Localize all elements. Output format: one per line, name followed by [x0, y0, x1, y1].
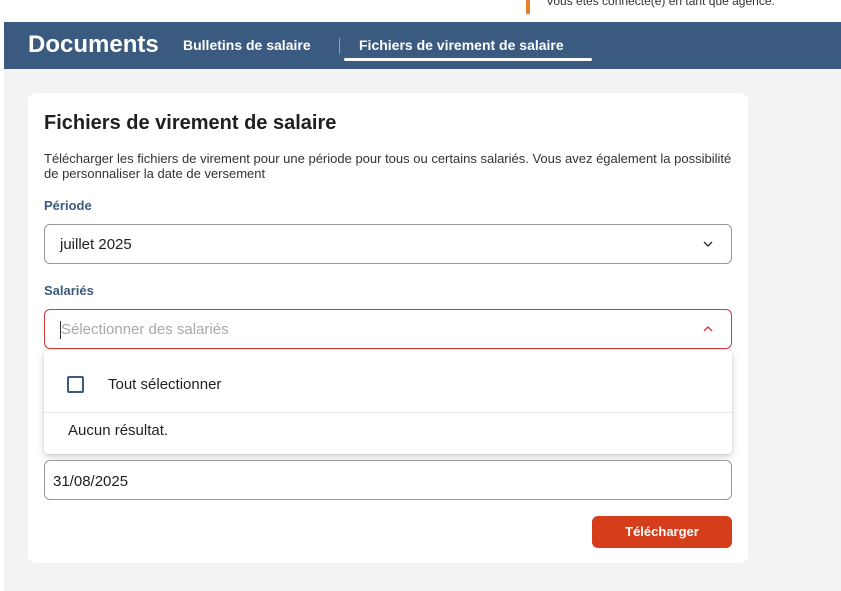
periode-label: Période — [44, 198, 92, 213]
no-result-message: Aucun résultat. — [68, 422, 169, 439]
select-all-label[interactable]: Tout sélectionner — [108, 376, 221, 393]
salaries-multiselect[interactable]: Sélectionner des salariés — [44, 309, 732, 349]
connection-notice: Vous êtes connecté(e) en tant que agence… — [546, 0, 775, 8]
tab-fichiers-virement[interactable]: Fichiers de virement de salaire — [359, 37, 564, 53]
top-notice-bar: Vous êtes connecté(e) en tant que agence… — [0, 0, 841, 22]
download-button[interactable]: Télécharger — [592, 516, 732, 548]
tab-separator — [339, 38, 340, 54]
active-tab-indicator — [344, 58, 592, 61]
page-title: Documents — [28, 31, 159, 58]
chevron-up-icon[interactable] — [703, 324, 713, 334]
select-all-option[interactable]: Tout sélectionner — [44, 350, 732, 413]
salaries-placeholder: Sélectionner des salariés — [61, 321, 229, 338]
notice-accent-bar — [526, 0, 530, 14]
date-versement-value: 31/08/2025 — [53, 473, 129, 490]
card-title: Fichiers de virement de salaire — [44, 112, 337, 134]
chevron-down-icon — [703, 241, 713, 247]
salaries-dropdown: Tout sélectionner Aucun résultat. — [44, 350, 732, 454]
tab-bulletins[interactable]: Bulletins de salaire — [183, 37, 311, 53]
select-all-checkbox[interactable] — [67, 376, 84, 393]
periode-select[interactable]: juillet 2025 — [44, 224, 732, 264]
app-header: Documents Bulletins de salaire Fichiers … — [4, 22, 841, 69]
date-versement-input[interactable]: 31/08/2025 — [44, 460, 732, 500]
salaries-label: Salariés — [44, 283, 94, 298]
card-description: Télécharger les fichiers de virement pou… — [44, 151, 732, 181]
periode-value: juillet 2025 — [60, 236, 132, 253]
